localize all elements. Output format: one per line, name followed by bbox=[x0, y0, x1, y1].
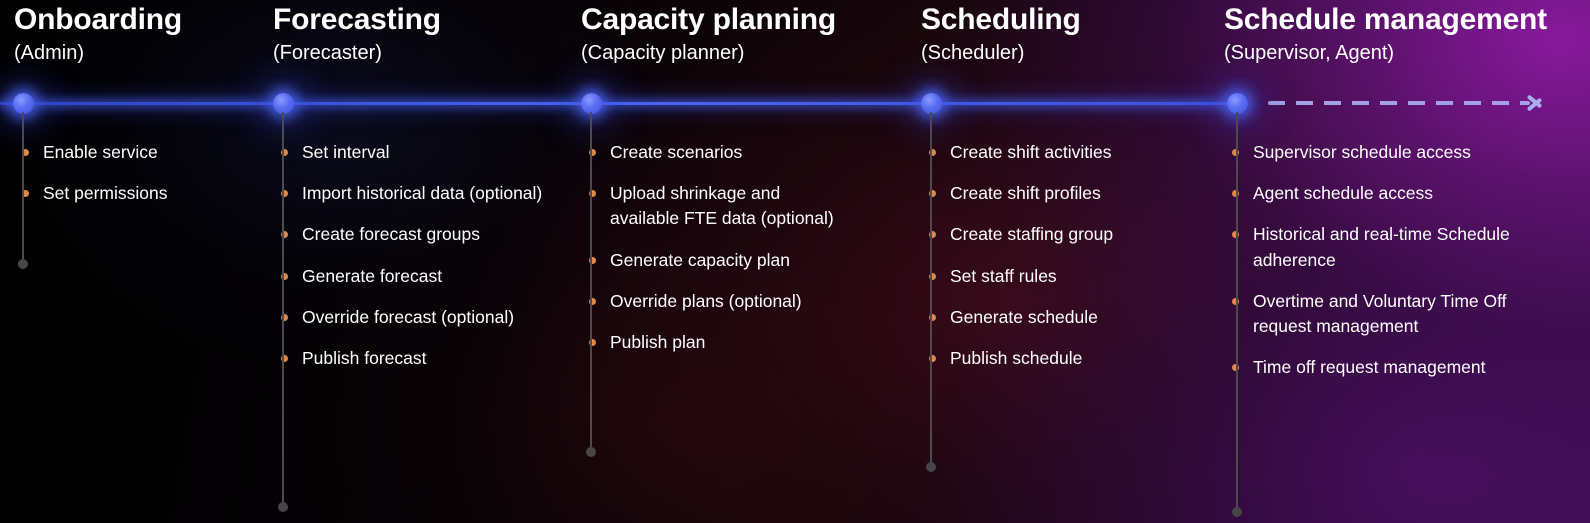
task-item: Generate schedule bbox=[929, 305, 1200, 330]
stage-stem-end-dot bbox=[18, 259, 28, 269]
stage-stem-line bbox=[1236, 112, 1238, 512]
stage-header: Capacity planning (Capacity planner) bbox=[581, 3, 836, 65]
task-item: Overtime and Voluntary Time Off request … bbox=[1232, 289, 1533, 339]
task-item-label: Set staff rules bbox=[950, 265, 1057, 286]
task-item-label: Overtime and Voluntary Time Off request … bbox=[1253, 290, 1507, 336]
task-item: Agent schedule access bbox=[1232, 181, 1533, 206]
task-item-label: Agent schedule access bbox=[1253, 183, 1433, 204]
task-item: Publish forecast bbox=[281, 346, 562, 371]
task-item: Create shift activities bbox=[929, 140, 1200, 165]
task-item: Generate capacity plan bbox=[589, 248, 850, 273]
timeline-main-line bbox=[0, 102, 1245, 105]
timeline-node-1[interactable] bbox=[13, 93, 34, 114]
task-item-label: Import historical data (optional) bbox=[302, 183, 543, 204]
task-item-label: Generate forecast bbox=[302, 265, 443, 286]
timeline-dashed-continuation bbox=[1268, 101, 1530, 105]
task-item-label: Create staffing group bbox=[950, 224, 1114, 245]
task-item-label: Publish forecast bbox=[302, 347, 427, 368]
stage-title: Onboarding bbox=[14, 3, 182, 36]
stage-stem-line bbox=[282, 112, 284, 507]
stage-role: (Forecaster) bbox=[273, 42, 382, 65]
task-item: Time off request management bbox=[1232, 355, 1533, 380]
stage-header: Schedule management (Supervisor, Agent) bbox=[1224, 3, 1547, 65]
task-item: Set staff rules bbox=[929, 264, 1200, 289]
stage-header: Forecasting (Forecaster) bbox=[273, 3, 441, 65]
task-item-label: Generate schedule bbox=[950, 306, 1098, 327]
task-item: Create shift profiles bbox=[929, 181, 1200, 206]
timeline-node-3[interactable] bbox=[581, 93, 602, 114]
arrow-right-icon bbox=[1528, 92, 1548, 114]
task-item-label: Set interval bbox=[302, 142, 390, 162]
task-item: Upload shrinkage and available FTE data … bbox=[589, 181, 850, 231]
task-item-label: Historical and real-time Schedule adhere… bbox=[1253, 224, 1510, 270]
task-item: Override forecast (optional) bbox=[281, 305, 562, 330]
task-item: Supervisor schedule access bbox=[1232, 140, 1533, 165]
timeline-node-2[interactable] bbox=[273, 93, 294, 114]
stage-task-list: Create scenarios Upload shrinkage and ava… bbox=[589, 140, 850, 371]
task-item: Import historical data (optional) bbox=[281, 181, 562, 206]
task-item-label: Create scenarios bbox=[610, 142, 743, 162]
stage-task-list: Create shift activities Create shift prof… bbox=[929, 140, 1200, 387]
task-item: Create forecast groups bbox=[281, 222, 562, 247]
task-item: Create staffing group bbox=[929, 222, 1200, 247]
task-item-label: Create forecast groups bbox=[302, 224, 481, 245]
task-item-label: Supervisor schedule access bbox=[1253, 142, 1471, 162]
task-item: Enable service bbox=[22, 140, 263, 165]
task-item: Generate forecast bbox=[281, 264, 562, 289]
task-item-label: Set permissions bbox=[43, 183, 168, 204]
stage-title: Scheduling bbox=[921, 3, 1081, 36]
task-item-label: Time off request management bbox=[1253, 357, 1486, 378]
stage-stem-end-dot bbox=[278, 502, 288, 512]
stage-stem-end-dot bbox=[1232, 507, 1242, 517]
task-item-label: Upload shrinkage and available FTE data … bbox=[610, 183, 834, 229]
stage-stem-end-dot bbox=[926, 462, 936, 472]
stage-title: Schedule management bbox=[1224, 3, 1547, 36]
task-item-label: Override forecast (optional) bbox=[302, 306, 515, 327]
stage-role: (Scheduler) bbox=[921, 42, 1025, 65]
task-item: Create scenarios bbox=[589, 140, 850, 165]
timeline-node-5[interactable] bbox=[1227, 93, 1248, 114]
stage-header: Scheduling (Scheduler) bbox=[921, 3, 1081, 65]
task-item-label: Publish schedule bbox=[950, 347, 1083, 368]
task-item-label: Override plans (optional) bbox=[610, 290, 802, 311]
stage-stem-line bbox=[590, 112, 592, 452]
timeline-diagram: Onboarding (Admin) Enable service Set permi… bbox=[0, 0, 1590, 523]
task-item-label: Publish plan bbox=[610, 331, 706, 352]
task-item-label: Create shift activities bbox=[950, 142, 1112, 162]
stage-title: Forecasting bbox=[273, 3, 441, 36]
task-item: Publish schedule bbox=[929, 346, 1200, 371]
stage-task-list: Set interval Import historical data (opti… bbox=[281, 140, 562, 387]
stage-stem-end-dot bbox=[586, 447, 596, 457]
stage-task-list: Enable service Set permissions bbox=[22, 140, 263, 222]
timeline-node-4[interactable] bbox=[921, 93, 942, 114]
task-item: Set interval bbox=[281, 140, 562, 165]
task-item: Publish plan bbox=[589, 330, 850, 355]
task-item-label: Create shift profiles bbox=[950, 183, 1101, 204]
stage-header: Onboarding (Admin) bbox=[14, 3, 182, 65]
stage-role: (Capacity planner) bbox=[581, 42, 745, 65]
stage-stem-line bbox=[22, 112, 24, 264]
stage-stem-line bbox=[930, 112, 932, 467]
task-item-label: Enable service bbox=[43, 142, 158, 162]
stage-role: (Supervisor, Agent) bbox=[1224, 42, 1395, 65]
stage-role: (Admin) bbox=[14, 42, 85, 65]
task-item-label: Generate capacity plan bbox=[610, 249, 790, 270]
task-item: Set permissions bbox=[22, 181, 263, 206]
task-item: Historical and real-time Schedule adhere… bbox=[1232, 222, 1533, 272]
stage-task-list: Supervisor schedule access Agent schedule… bbox=[1232, 140, 1533, 396]
task-item: Override plans (optional) bbox=[589, 289, 850, 314]
stage-title: Capacity planning bbox=[581, 3, 836, 36]
